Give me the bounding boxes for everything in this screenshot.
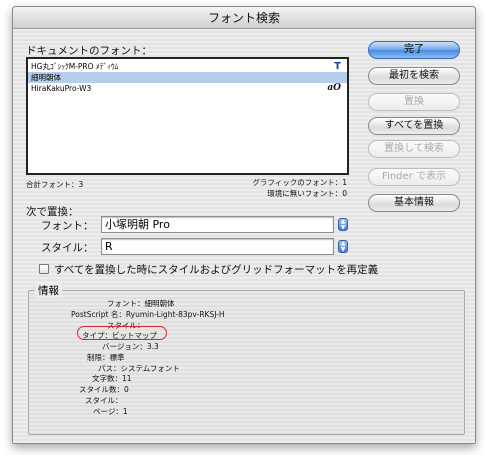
info-line: スタイル数：0 (79, 385, 129, 394)
info-legend: 情報 (35, 283, 62, 298)
font-popup-arrows-icon[interactable]: ▲ ▼ (338, 218, 348, 231)
redefine-checkbox[interactable] (39, 264, 49, 274)
info-line: 制限：標準 (87, 353, 125, 362)
document-fonts-label: ドキュメントのフォント： (26, 45, 152, 57)
font-name: 細明朝体 (31, 73, 61, 82)
font-name: HiraKakuPro-W3 (31, 84, 92, 93)
replace-find-button[interactable]: 置換して検索 (368, 140, 460, 158)
done-button[interactable]: 完了 (368, 41, 460, 59)
info-line: バージョン：3.3 (102, 342, 159, 351)
opentype-icon: aO (327, 83, 341, 93)
style-popup-arrows-icon[interactable]: ▲ ▼ (338, 240, 348, 253)
missing-fonts-count: 環境に無いフォント：0 (267, 189, 347, 198)
document-fonts-list[interactable]: HG丸ｺﾞｼｯｸM-PRO ﾒﾃﾞｨｳﾑ T 細明朝体 HiraKakuPro-… (26, 57, 349, 175)
info-line: スタイル： (85, 396, 123, 405)
info-line: ページ：1 (93, 407, 128, 416)
info-line: 文字数：11 (92, 374, 132, 383)
redefine-checkbox-label[interactable]: すべてを置換した時にスタイルおよびグリッドフォーマットを再定義 (54, 262, 378, 277)
font-field[interactable]: 小塚明朝 Pro (101, 216, 334, 233)
style-field[interactable]: R (101, 238, 334, 255)
info-line: フォント：細明朝体 (107, 299, 175, 308)
font-name: HG丸ｺﾞｼｯｸM-PRO ﾒﾃﾞｨｳﾑ (31, 62, 119, 71)
replace-with-heading: 次で置換： (26, 206, 79, 218)
find-first-button[interactable]: 最初を検索 (368, 67, 460, 85)
total-fonts-count: 合計フォント：3 (26, 180, 84, 189)
replace-button[interactable]: 置換 (368, 93, 460, 111)
find-font-dialog: フォント検索 ドキュメントのフォント： HG丸ｺﾞｼｯｸM-PRO ﾒﾃﾞｨｳﾑ… (12, 6, 476, 444)
style-label: スタイル： (41, 242, 94, 254)
font-list-item[interactable]: HiraKakuPro-W3 aO (28, 83, 347, 94)
truetype-icon: T (334, 61, 341, 72)
replace-all-button[interactable]: すべてを置換 (368, 117, 460, 135)
reveal-in-finder-button[interactable]: Finder で表示 (368, 168, 460, 186)
info-line: PostScript 名：Ryumin-Light-83pv-RKSJ-H (71, 310, 225, 319)
basic-info-button[interactable]: 基本情報 (368, 194, 460, 212)
font-label: フォント： (41, 220, 94, 232)
font-list-item[interactable]: 細明朝体 (28, 72, 347, 83)
window-title: フォント検索 (13, 7, 475, 29)
graphic-fonts-count: グラフィックのフォント：1 (252, 178, 347, 187)
highlight-callout (77, 326, 167, 340)
font-list-item[interactable]: HG丸ｺﾞｼｯｸM-PRO ﾒﾃﾞｨｳﾑ T (28, 61, 347, 72)
